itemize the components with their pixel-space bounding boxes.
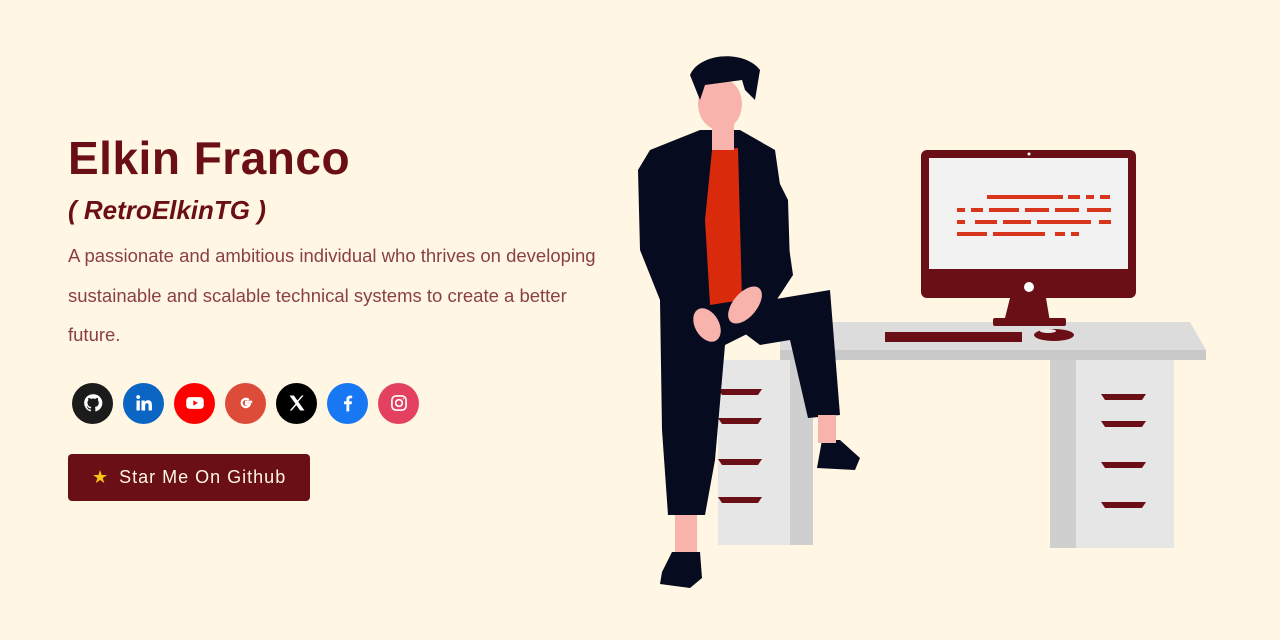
star-icon: ★: [92, 466, 110, 487]
google-icon: [240, 397, 252, 409]
monitor-screen: [929, 158, 1128, 269]
facebook-link[interactable]: [327, 382, 368, 424]
keyboard: [885, 332, 1022, 342]
star-github-button[interactable]: ★ Star Me On Github: [68, 453, 311, 501]
x-link[interactable]: [276, 382, 317, 424]
github-icon: [83, 394, 102, 412]
hero-section: Elkin Franco ( RetroElkinTG ) A passiona…: [0, 0, 1280, 640]
youtube-icon: [185, 397, 204, 409]
google-link[interactable]: [225, 382, 266, 424]
social-links: [72, 382, 608, 424]
intro-block: Elkin Franco ( RetroElkinTG ) A passiona…: [68, 128, 608, 501]
linkedin-link[interactable]: [123, 382, 164, 424]
x-icon: [289, 395, 304, 411]
instagram-icon: [390, 395, 407, 411]
bio-text: A passionate and ambitious individual wh…: [68, 245, 596, 345]
page-title: Elkin Franco: [68, 132, 351, 184]
developer-desk-illustration: [638, 56, 1206, 588]
facebook-icon: [343, 395, 352, 412]
star-github-label: Star Me On Github: [119, 466, 287, 487]
instagram-link[interactable]: [378, 382, 419, 424]
youtube-link[interactable]: [174, 382, 215, 424]
linkedin-icon: [135, 395, 152, 411]
github-link[interactable]: [72, 382, 113, 424]
handle-subtitle: ( RetroElkinTG ): [68, 195, 266, 225]
desk-edge: [780, 350, 1206, 360]
